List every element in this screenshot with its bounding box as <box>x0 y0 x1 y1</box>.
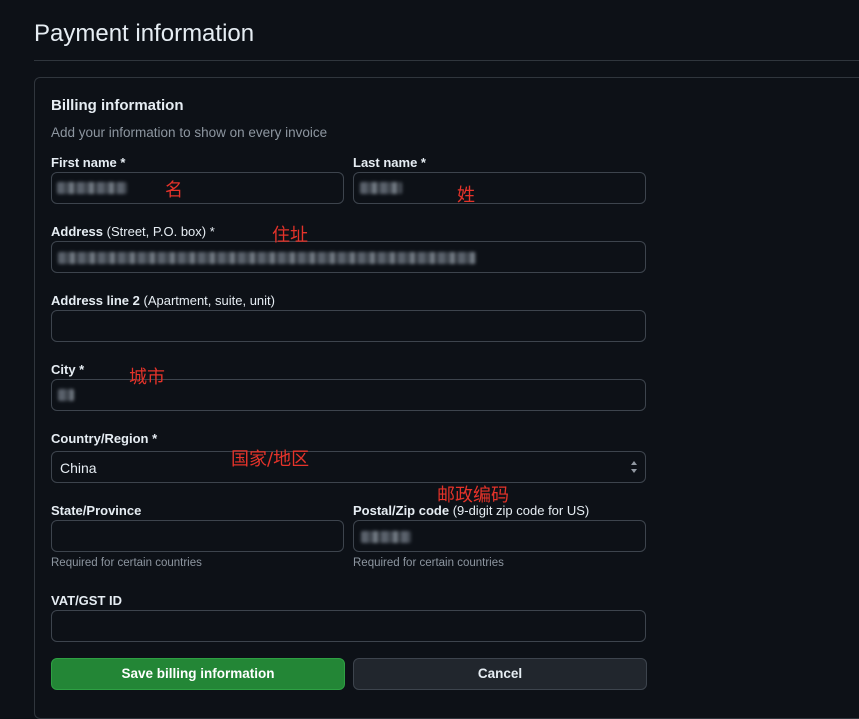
redacted-address <box>58 252 476 264</box>
save-billing-button[interactable]: Save billing information <box>51 658 345 690</box>
first-name-label: First name * <box>51 155 126 170</box>
postal-code-help-text: Required for certain countries <box>353 557 504 569</box>
annotation-address: 住址 <box>272 225 308 246</box>
country-label: Country/Region * <box>51 431 158 446</box>
redacted-first-name <box>57 182 127 194</box>
annotation-city: 城市 <box>129 367 165 388</box>
country-selected-value: China <box>60 460 97 476</box>
annotation-country: 国家/地区 <box>231 449 310 470</box>
state-help-text: Required for certain countries <box>51 557 202 569</box>
address-label: Address (Street, P.O. box) * <box>51 224 215 239</box>
redacted-city <box>58 389 74 401</box>
billing-section-title: Billing information <box>51 97 184 114</box>
vat-label: VAT/GST ID <box>51 593 123 608</box>
redacted-postal-code <box>361 531 411 543</box>
vat-input[interactable] <box>51 610 646 642</box>
cancel-button[interactable]: Cancel <box>353 658 647 690</box>
annotation-last-name: 姓 <box>457 185 475 206</box>
country-select[interactable]: China <box>51 451 646 483</box>
address-line-2-label: Address line 2 (Apartment, suite, unit) <box>51 293 275 308</box>
annotation-postal-code: 邮政编码 <box>437 485 509 506</box>
address-line-2-input[interactable] <box>51 310 646 342</box>
state-label: State/Province <box>51 503 142 518</box>
redacted-last-name <box>360 182 402 194</box>
title-divider <box>34 60 859 61</box>
select-arrows-icon <box>631 461 637 473</box>
page-title: Payment information <box>34 20 255 47</box>
last-name-label: Last name * <box>353 155 426 170</box>
city-label: City * <box>51 362 85 377</box>
annotation-first-name: 名 <box>165 180 183 201</box>
state-input[interactable] <box>51 520 344 552</box>
billing-section-description: Add your information to show on every in… <box>51 125 328 140</box>
